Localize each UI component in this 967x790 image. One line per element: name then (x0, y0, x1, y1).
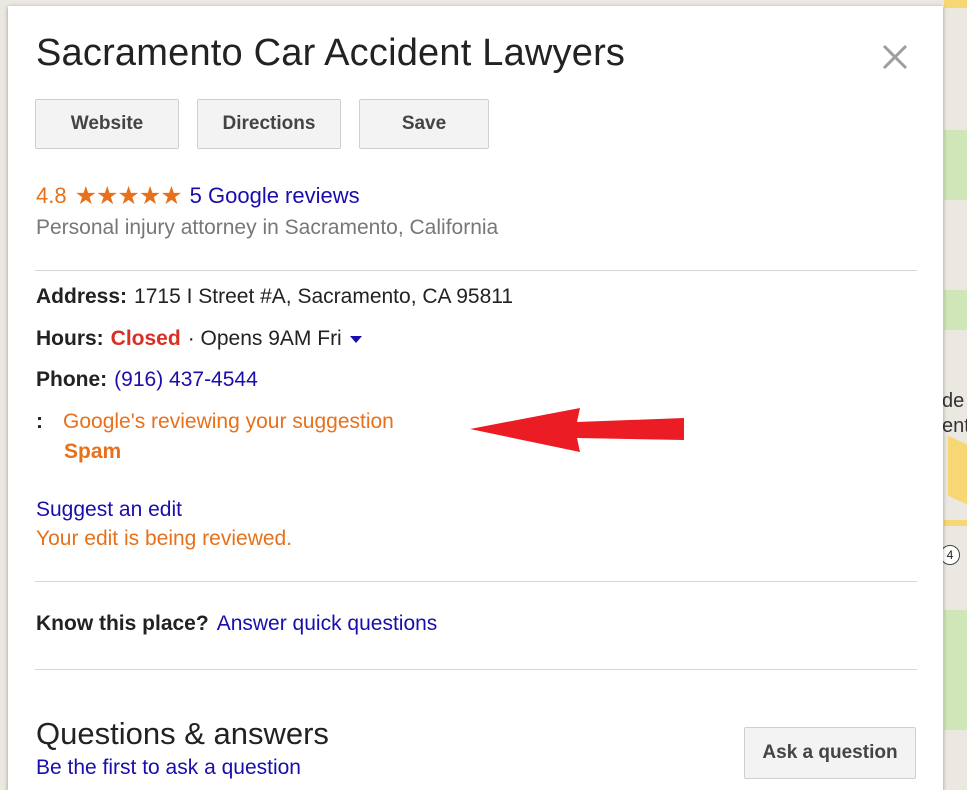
hours-detail[interactable]: · Opens 9AM Fri (188, 327, 342, 351)
know-label: Know this place? (36, 612, 209, 635)
divider (35, 669, 917, 670)
chevron-down-icon[interactable] (349, 335, 362, 343)
phone-row: Phone: (916) 437-4544 (36, 368, 258, 392)
place-panel: Sacramento Car Accident Lawyers Website … (8, 6, 943, 790)
map-label: ent (942, 415, 967, 437)
map-road (944, 0, 967, 8)
suggestion-status: Google's reviewing your suggestion (63, 410, 394, 433)
rating-value: 4.8 (36, 183, 67, 208)
rating-row: 4.8 ★★★★★ 5 Google reviews (36, 181, 360, 211)
hours-label: Hours: (36, 327, 104, 350)
suggestion-value: Spam (64, 440, 122, 463)
reviews-link[interactable]: 5 Google reviews (190, 183, 360, 209)
map-road (948, 435, 967, 505)
phone-link[interactable]: (916) 437-4544 (114, 368, 258, 392)
website-button[interactable]: Website (35, 99, 179, 149)
phone-label: Phone: (36, 368, 108, 391)
address-label: Address: (36, 285, 128, 308)
divider (35, 581, 917, 582)
place-category: Personal injury attorney in Sacramento, … (36, 216, 499, 239)
map-park-area (944, 130, 967, 200)
map-road (944, 520, 967, 526)
qa-title: Questions & answers (36, 716, 329, 751)
annotation-arrow-icon (470, 408, 684, 452)
map-park-area (944, 290, 967, 330)
answer-questions-link[interactable]: Answer quick questions (217, 612, 438, 635)
address-row: Address: 1715 I Street #A, Sacramento, C… (36, 285, 513, 309)
ask-first-link[interactable]: Be the first to ask a question (36, 756, 301, 780)
suggestion-row: : Google's reviewing your suggestion (36, 410, 394, 434)
suggest-edit-link[interactable]: Suggest an edit (36, 498, 182, 522)
close-icon[interactable] (878, 40, 912, 74)
place-title: Sacramento Car Accident Lawyers (36, 32, 626, 74)
highway-shield-icon: 4 (940, 545, 960, 565)
address-value[interactable]: 1715 I Street #A, Sacramento, CA 95811 (134, 285, 513, 309)
save-button[interactable]: Save (359, 99, 489, 149)
edit-status: Your edit is being reviewed. (36, 527, 293, 550)
map-park-area (944, 610, 967, 730)
star-rating-icon: ★★★★★ (74, 182, 183, 210)
know-this-place-row: Know this place? Answer quick questions (36, 612, 437, 636)
ask-question-button[interactable]: Ask a question (744, 727, 916, 779)
hours-status: Closed (110, 327, 181, 350)
hours-row: Hours: Closed · Opens 9AM Fri (36, 327, 362, 351)
suggestion-label: : (36, 410, 43, 433)
directions-button[interactable]: Directions (197, 99, 341, 149)
map-label: de (942, 390, 965, 412)
divider (35, 270, 917, 271)
